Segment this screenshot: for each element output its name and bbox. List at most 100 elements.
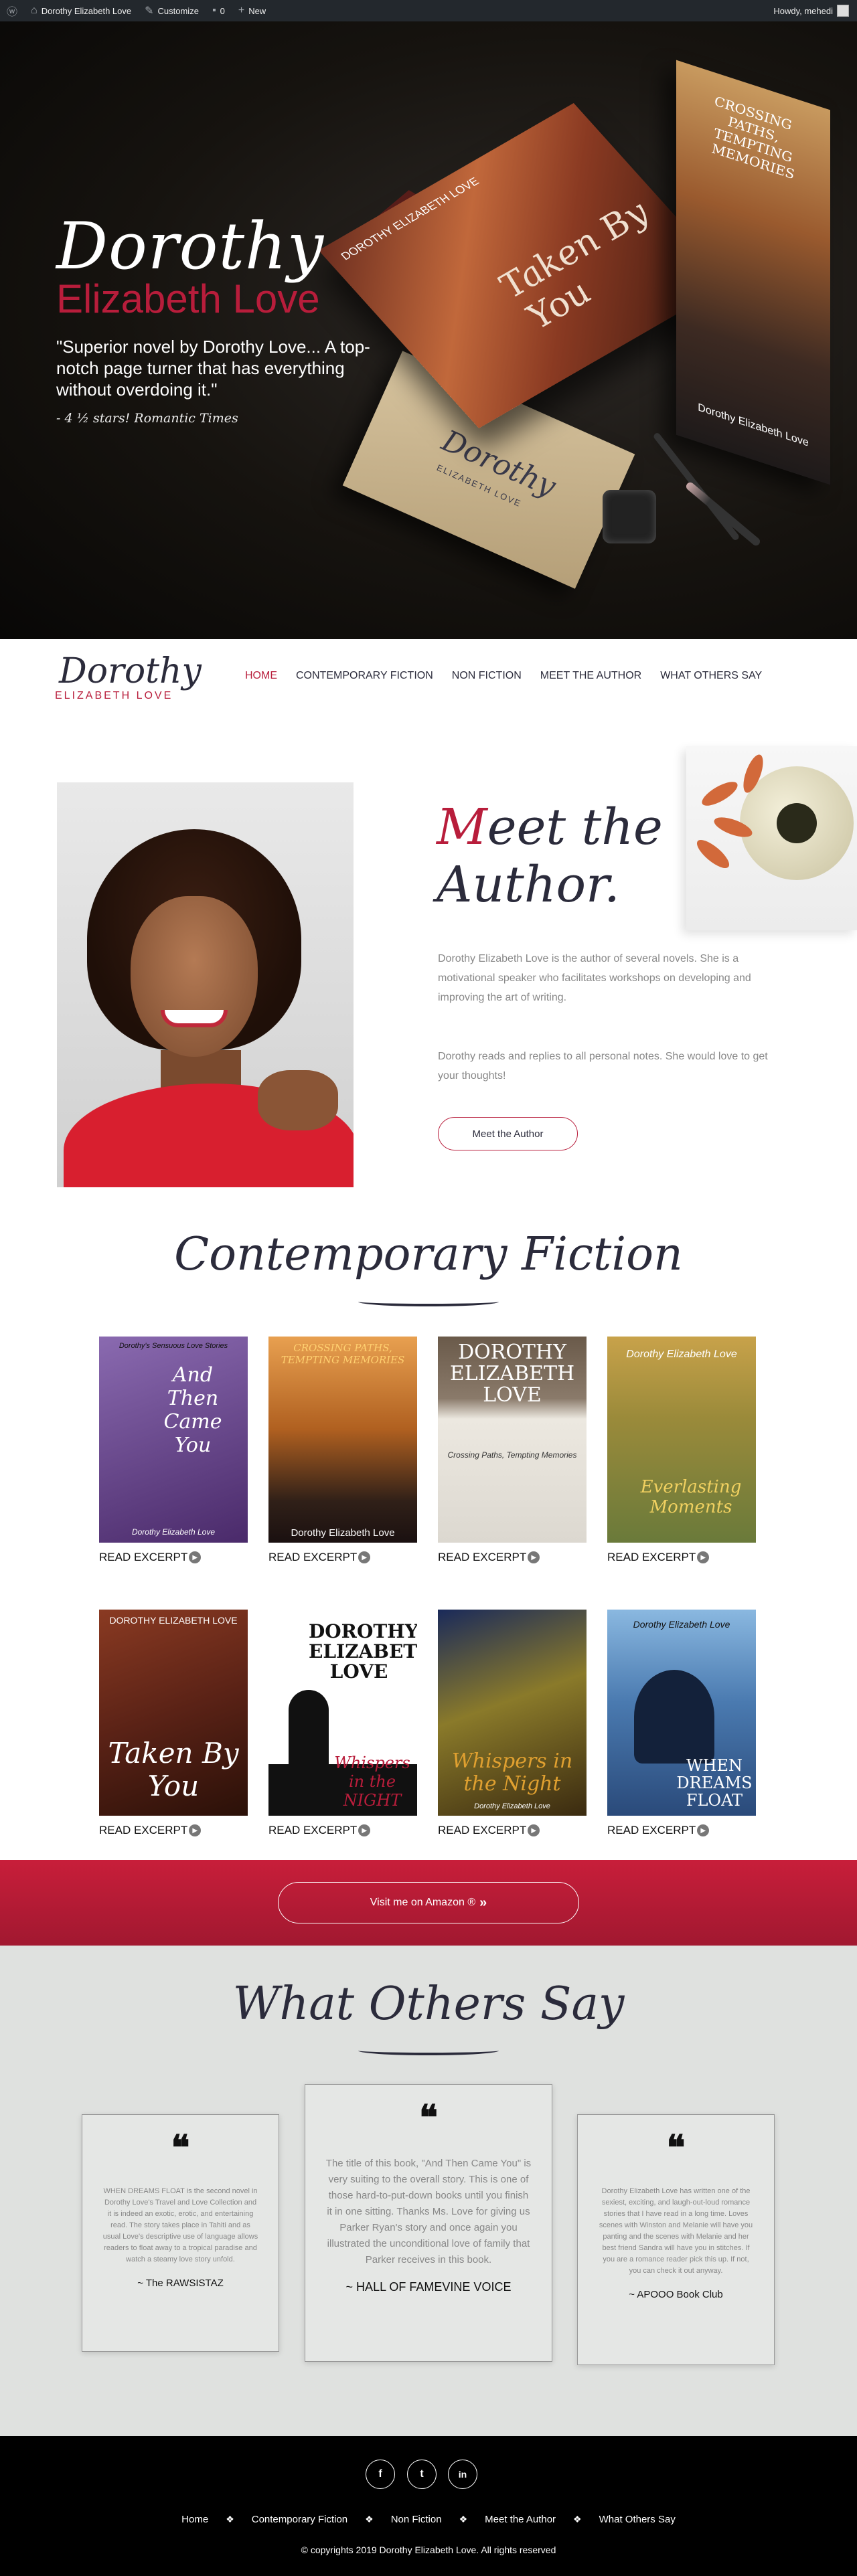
logo-subtitle[interactable]: ELIZABETH LOVE	[55, 690, 173, 702]
footer-link-home[interactable]: Home	[181, 2514, 208, 2525]
testimonial-author: ~ The RAWSISTAZ	[137, 2278, 224, 2289]
wp-logo[interactable]: ⓦ	[0, 0, 24, 21]
read-excerpt-link[interactable]: READ EXCERPT ▶	[438, 1824, 587, 1837]
footer-link-non-fiction[interactable]: Non Fiction	[391, 2514, 442, 2525]
book-crossing-paths: CROSSING PATHS, TEMPTING MEMORIES Doroth…	[676, 60, 830, 485]
hero-banner: Dorothy ELIZABETH LOVE DOROTHY ELIZABETH…	[0, 21, 857, 639]
double-chevron-right-icon: »	[479, 1895, 487, 1910]
photo-face	[131, 896, 258, 1057]
play-icon: ▶	[189, 1824, 202, 1836]
separator-icon: ❖	[365, 2514, 374, 2524]
testimonial-body: WHEN DREAMS FLOAT is the second novel in…	[102, 2187, 258, 2263]
plus-icon: +	[238, 5, 245, 16]
book-card: Dorothy Elizabeth Love Everlasting Momen…	[607, 1337, 756, 1564]
testimonial-card: ❝ The title of this book, "And Then Came…	[305, 2084, 552, 2362]
fiction-title: Contemporary Fiction	[174, 1228, 683, 1281]
book-card: CROSSING PATHS, TEMPTING MEMORIES Doroth…	[268, 1337, 417, 1564]
author-photo	[57, 782, 354, 1187]
brush-icon: ✎	[145, 5, 154, 17]
hero-quote: "Superior novel by Dorothy Love... A top…	[56, 337, 370, 400]
book-cover[interactable]: Dorothy Elizabeth Love Everlasting Momen…	[607, 1337, 756, 1543]
read-excerpt-link[interactable]: READ EXCERPT ▶	[268, 1551, 417, 1564]
read-excerpt-link[interactable]: READ EXCERPT ▶	[99, 1824, 248, 1837]
twitter-icon[interactable]: t	[407, 2460, 437, 2489]
testimonial-body: Dorothy Elizabeth Love has written one o…	[599, 2187, 753, 2275]
nav-meet-the-author[interactable]: MEET THE AUTHOR	[540, 670, 641, 682]
book-card: Dorothy Elizabeth Love WHEN DREAMS FLOAT…	[607, 1610, 756, 1837]
facebook-icon[interactable]: f	[366, 2460, 395, 2489]
footer-link-what-others-say[interactable]: What Others Say	[599, 2514, 676, 2525]
site-name-link[interactable]: ⌂ Dorothy Elizabeth Love	[24, 0, 138, 21]
testimonials-title: What Others Say	[232, 1978, 625, 2031]
book-cover-top: Dorothy Elizabeth Love	[626, 1349, 737, 1360]
title-swoosh	[358, 1297, 499, 1306]
nav-what-others-say[interactable]: WHAT OTHERS SAY	[660, 670, 762, 682]
footer-link-meet-the-author[interactable]: Meet the Author	[485, 2514, 556, 2525]
quote-icon: ❝	[419, 2097, 438, 2138]
meet-heading-initial: M	[437, 798, 487, 856]
photo-hand	[258, 1070, 338, 1130]
book-cover-top: Dorothy Elizabeth Love	[633, 1619, 730, 1630]
book-cover-top: Dorothy's Sensuous Love Stories	[119, 1342, 228, 1350]
play-icon: ▶	[697, 1824, 710, 1836]
logo-script[interactable]: Dorothy	[59, 651, 202, 691]
read-excerpt-link[interactable]: READ EXCERPT ▶	[438, 1551, 587, 1564]
customize-link[interactable]: ✎ Customize	[138, 0, 206, 21]
quote-icon: ❝	[171, 2128, 190, 2168]
nav-contemporary-fiction[interactable]: CONTEMPORARY FICTION	[296, 670, 433, 682]
book-cover-top: DOROTHY ELIZABETH LOVE	[449, 1341, 575, 1407]
book1-title: Taken By You	[490, 193, 658, 336]
play-icon: ▶	[528, 1551, 540, 1563]
testimonial-author: ~ APOOO Book Club	[629, 2289, 723, 2300]
book-cover[interactable]: Whispers in the Night Dorothy Elizabeth …	[438, 1610, 587, 1816]
read-excerpt-label: READ EXCERPT	[607, 1824, 696, 1836]
play-icon: ▶	[528, 1824, 540, 1836]
book-card: DOROTHY ELIZABETH LOVE Taken By You READ…	[99, 1610, 248, 1837]
comments-link[interactable]: ▪ 0	[206, 0, 232, 21]
new-content-link[interactable]: + New	[232, 0, 272, 21]
home-icon: ⌂	[31, 5, 37, 16]
ink-bottle	[603, 490, 656, 543]
petal	[698, 777, 741, 810]
howdy-label: Howdy, mehedi	[773, 5, 833, 16]
meet-paragraph-1: Dorothy Elizabeth Love is the author of …	[438, 953, 751, 1003]
read-excerpt-label: READ EXCERPT	[607, 1551, 696, 1563]
meet-heading-rest: eet the	[487, 798, 663, 856]
visit-amazon-button[interactable]: Visit me on Amazon ®»	[278, 1882, 579, 1923]
play-icon: ▶	[189, 1551, 202, 1563]
meet-paragraph-2: Dorothy reads and replies to all persona…	[438, 1051, 768, 1082]
read-excerpt-link[interactable]: READ EXCERPT ▶	[607, 1551, 756, 1564]
testimonials-section: What Others Say ❝ WHEN DREAMS FLOAT is t…	[0, 1946, 857, 2436]
book-cover-title: Taken By You	[108, 1737, 239, 1802]
testimonial-body: The title of this book, "And Then Came Y…	[325, 2158, 532, 2265]
play-icon: ▶	[358, 1824, 371, 1836]
hero-citation: - 4 ½ stars! Romantic Times	[56, 411, 238, 426]
read-excerpt-link[interactable]: READ EXCERPT ▶	[607, 1824, 756, 1837]
book-cover[interactable]: DOROTHY ELIZABETH LOVE Crossing Paths, T…	[438, 1337, 587, 1543]
separator-icon: ❖	[459, 2514, 468, 2524]
meet-author-button[interactable]: Meet the Author	[438, 1117, 578, 1150]
read-excerpt-label: READ EXCERPT	[99, 1824, 188, 1836]
book1-author: DOROTHY ELIZABETH LOVE	[338, 175, 482, 263]
book-cover-top: DOROTHY ELIZABETH LOVE	[109, 1615, 238, 1626]
cover-silhouette	[289, 1690, 329, 1770]
linkedin-icon[interactable]: in	[448, 2460, 477, 2489]
read-excerpt-link[interactable]: READ EXCERPT ▶	[268, 1824, 417, 1837]
book-cover[interactable]: DOROTHY ELIZABETH LOVE Taken By You	[99, 1610, 248, 1816]
footer-link-contemporary-fiction[interactable]: Contemporary Fiction	[252, 2514, 347, 2525]
book-cover[interactable]: Dorothy Elizabeth Love WHEN DREAMS FLOAT	[607, 1610, 756, 1816]
nav-non-fiction[interactable]: NON FICTION	[452, 670, 522, 682]
book-cover-title: WHEN DREAMS FLOAT	[676, 1756, 753, 1810]
read-excerpt-label: READ EXCERPT	[438, 1551, 527, 1563]
book-cover[interactable]: DOROTHY ELIZABETH LOVE Whispers in the N…	[268, 1610, 417, 1816]
separator-icon: ❖	[573, 2514, 582, 2524]
book-cover-author: Dorothy Elizabeth Love	[474, 1802, 550, 1810]
site-name-label: Dorothy Elizabeth Love	[41, 5, 132, 16]
book-cover[interactable]: Dorothy's Sensuous Love Stories And Then…	[99, 1337, 248, 1543]
read-excerpt-link[interactable]: READ EXCERPT ▶	[99, 1551, 248, 1564]
new-label: New	[248, 5, 266, 16]
book-cover[interactable]: CROSSING PATHS, TEMPTING MEMORIES Doroth…	[268, 1337, 417, 1543]
meet-author-section: Meet the Author. Dorothy Elizabeth Love …	[0, 717, 857, 1199]
nav-home[interactable]: HOME	[245, 670, 277, 682]
account-menu[interactable]: Howdy, mehedi	[773, 5, 857, 17]
